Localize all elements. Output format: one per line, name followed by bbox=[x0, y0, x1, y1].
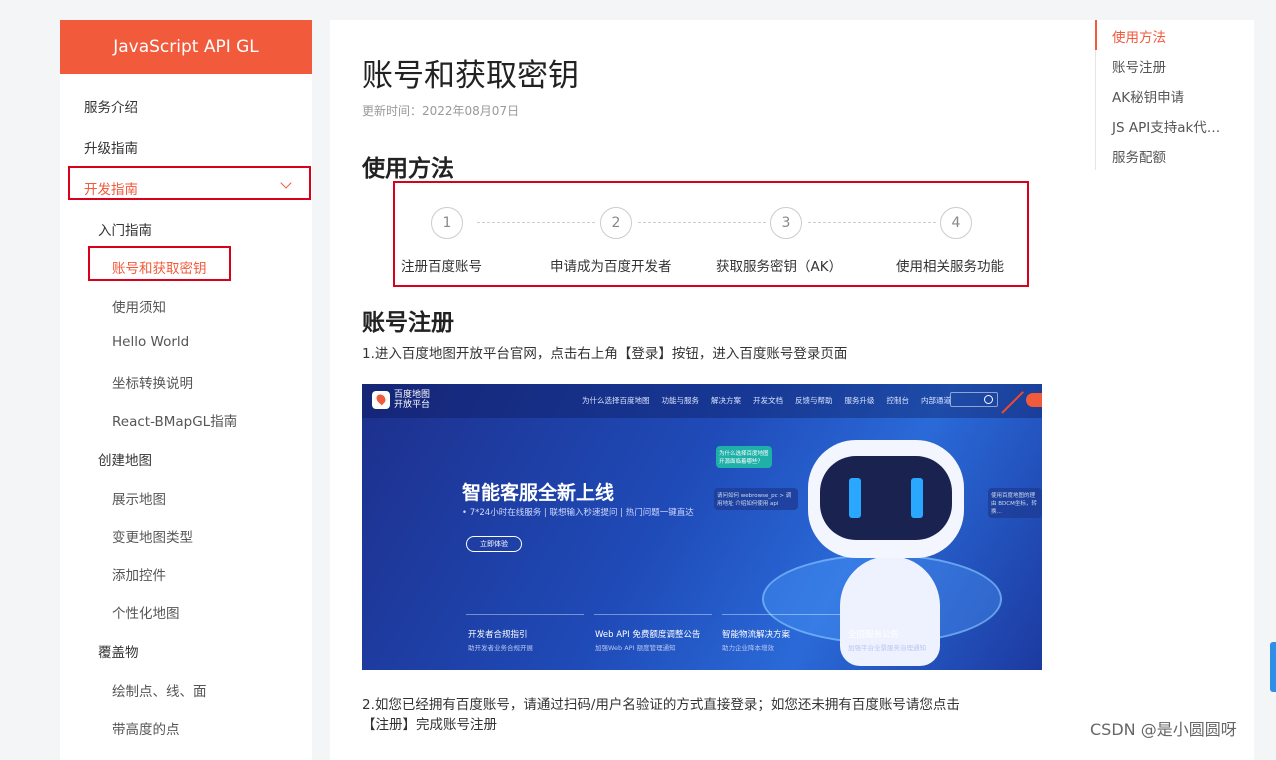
sidebar-item-draw-shapes[interactable]: 绘制点、线、面 bbox=[112, 680, 207, 700]
sidebar-title[interactable]: JavaScript API GL bbox=[60, 20, 312, 74]
sidebar-item-overlays[interactable]: 覆盖物 bbox=[98, 641, 139, 661]
banner-nav-item: 反馈与帮助 bbox=[795, 396, 833, 405]
banner-nav-item: 开发文档 bbox=[753, 396, 783, 405]
section-heading-register: 账号注册 bbox=[362, 310, 454, 336]
robot-eye bbox=[911, 478, 923, 518]
logo-line2: 开放平台 bbox=[394, 400, 431, 410]
chat-bubble: 使用百度地图的理由 BDCM坐标，转换… bbox=[988, 488, 1042, 518]
sidebar-item-change-map-type[interactable]: 变更地图类型 bbox=[112, 526, 193, 546]
banner-news-title: Web API 免费额度调整公告 bbox=[595, 630, 701, 640]
steps-panel: 1 2 3 4 注册百度账号 申请成为百度开发者 获取服务密钥（AK） 使用相关… bbox=[393, 181, 1029, 287]
banner-subtitle: • 7*24小时在线服务 | 联想输入秒速提问 | 热门问题一键直达 bbox=[462, 508, 694, 518]
banner-title: 智能客服全新上线 bbox=[462, 482, 615, 504]
logo-line1: 百度地图 bbox=[394, 390, 431, 400]
toc-item-quota[interactable]: 服务配额 bbox=[1112, 146, 1166, 166]
banner-news-title: 全国服务公告 bbox=[848, 630, 900, 640]
banner-nav-item: 为什么选择百度地图 bbox=[582, 396, 650, 405]
sidebar-item-dev-guide[interactable]: 开发指南 bbox=[84, 178, 138, 198]
banner-search-icon bbox=[950, 392, 998, 407]
banner-news-sub: 助力企业降本增效 bbox=[722, 644, 774, 652]
banner-nav-item: 解决方案 bbox=[711, 396, 741, 405]
section-heading-usage: 使用方法 bbox=[362, 156, 454, 182]
step-connector bbox=[808, 222, 936, 223]
csdn-watermark: CSDN @是小圆圆呀 bbox=[1090, 720, 1237, 739]
table-of-contents: 使用方法 账号注册 AK秘钥申请 JS API支持ak代… 服务配额 bbox=[1095, 20, 1255, 170]
robot-face bbox=[820, 456, 952, 540]
toc-item-register[interactable]: 账号注册 bbox=[1112, 56, 1166, 76]
sidebar-item-add-controls[interactable]: 添加控件 bbox=[112, 564, 166, 584]
map-pin-icon bbox=[372, 391, 390, 409]
toc-item-usage[interactable]: 使用方法 bbox=[1112, 26, 1166, 46]
sidebar-item-account-key[interactable]: 账号和获取密钥 bbox=[112, 257, 207, 277]
banner-news-sub: 加强Web API 额度管理通知 bbox=[595, 644, 676, 652]
baidu-map-homepage-screenshot: 百度地图 开放平台 为什么选择百度地图 功能与服务 解决方案 开发文档 反馈与帮… bbox=[362, 384, 1042, 670]
sidebar-item-height-points[interactable]: 带高度的点 bbox=[112, 718, 180, 738]
banner-news-sub: 加强平台全景服务治理通知 bbox=[848, 644, 926, 652]
sidebar-item-react-bmapgl[interactable]: React-BMapGL指南 bbox=[112, 410, 237, 430]
sidebar-item-hello-world[interactable]: Hello World bbox=[112, 334, 189, 350]
sidebar: JavaScript API GL 服务介绍 升级指南 开发指南 入门指南 账号… bbox=[60, 20, 312, 760]
sidebar-item-custom-map[interactable]: 个性化地图 bbox=[112, 602, 180, 622]
banner-cta-button: 立即体验 bbox=[466, 536, 522, 552]
sidebar-item-service-intro[interactable]: 服务介绍 bbox=[84, 96, 138, 116]
banner-news-sub: 助开发者业务合规开展 bbox=[468, 644, 533, 652]
chat-bubble: 请问如何 webrowse_pc > 调用地址 介绍如何使用 api bbox=[714, 488, 798, 510]
banner-nav-bar: 百度地图 开放平台 为什么选择百度地图 功能与服务 解决方案 开发文档 反馈与帮… bbox=[362, 384, 1042, 418]
step-number-1: 1 bbox=[431, 207, 463, 239]
step-number-4: 4 bbox=[940, 207, 972, 239]
sidebar-item-usage-notes[interactable]: 使用须知 bbox=[112, 296, 166, 316]
paragraph-step1: 1.进入百度地图开放平台官网，点击右上角【登录】按钮，进入百度账号登录页面 bbox=[362, 346, 848, 362]
banner-login-button bbox=[1026, 393, 1042, 407]
step-number-3: 3 bbox=[770, 207, 802, 239]
sidebar-item-getting-started[interactable]: 入门指南 bbox=[98, 219, 152, 239]
divider bbox=[466, 614, 584, 615]
toc-item-jsapi-ak[interactable]: JS API支持ak代… bbox=[1112, 116, 1220, 136]
toc-item-ak-apply[interactable]: AK秘钥申请 bbox=[1112, 86, 1184, 106]
step-label-4: 使用相关服务功能 bbox=[896, 259, 1004, 275]
banner-nav-item: 功能与服务 bbox=[661, 396, 700, 405]
sidebar-item-show-map[interactable]: 展示地图 bbox=[112, 488, 166, 508]
step-label-3: 获取服务密钥（AK） bbox=[716, 259, 843, 275]
sidebar-item-create-map[interactable]: 创建地图 bbox=[98, 449, 152, 469]
sidebar-item-upgrade-guide[interactable]: 升级指南 bbox=[84, 137, 138, 157]
banner-nav-item: 内部通道 bbox=[921, 396, 951, 405]
side-float-tab[interactable] bbox=[1270, 642, 1276, 692]
update-time: 更新时间：2022年08月07日 bbox=[362, 104, 520, 118]
paragraph-step2-line1: 2.如您已经拥有百度账号，请通过扫码/用户名验证的方式直接登录；如您还未拥有百度… bbox=[362, 697, 960, 713]
sidebar-item-coord-convert[interactable]: 坐标转换说明 bbox=[112, 372, 193, 392]
banner-nav-item: 控制台 bbox=[886, 396, 910, 405]
robot-eye bbox=[849, 478, 861, 518]
banner-news-title: 开发者合规指引 bbox=[468, 630, 528, 640]
step-number-2: 2 bbox=[600, 207, 632, 239]
divider bbox=[722, 614, 840, 615]
banner-nav-item: 服务升级 bbox=[844, 396, 875, 405]
page-title: 账号和获取密钥 bbox=[362, 58, 579, 94]
baidu-map-logo: 百度地图 开放平台 bbox=[372, 390, 430, 410]
paragraph-step2-line2: 【注册】完成账号注册 bbox=[362, 717, 497, 733]
step-label-2: 申请成为百度开发者 bbox=[550, 259, 672, 275]
banner-nav-items: 为什么选择百度地图 功能与服务 解决方案 开发文档 反馈与帮助 服务升级 控制台… bbox=[582, 395, 951, 406]
toc-active-indicator bbox=[1095, 20, 1097, 50]
step-connector bbox=[638, 222, 766, 223]
step-label-1: 注册百度账号 bbox=[401, 259, 482, 275]
chat-bubble: 为什么选择百度地图 开源面临着哪些？ bbox=[716, 446, 772, 468]
banner-news-title: 智能物流解决方案 bbox=[722, 630, 791, 640]
divider bbox=[594, 614, 712, 615]
step-connector bbox=[477, 222, 595, 223]
